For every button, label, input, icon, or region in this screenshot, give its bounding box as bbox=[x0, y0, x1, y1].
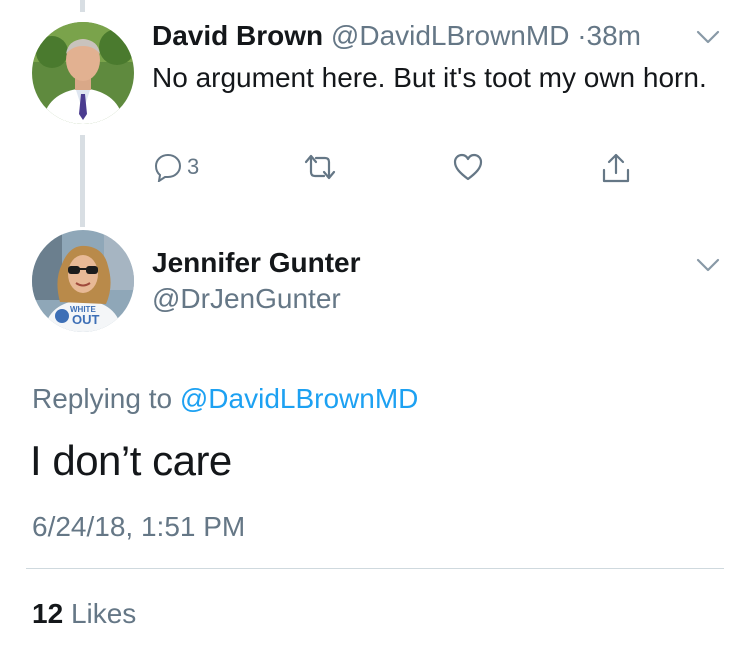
author-name[interactable]: Jennifer Gunter bbox=[152, 246, 360, 280]
avatar-david-brown[interactable] bbox=[32, 22, 134, 124]
likes-stat[interactable]: 12 Likes bbox=[32, 597, 136, 631]
likes-count: 12 bbox=[32, 598, 64, 629]
tweet-text: I don’t care bbox=[30, 437, 232, 484]
author-handle[interactable]: @DrJenGunter bbox=[152, 282, 341, 316]
replying-to: Replying to @DavidLBrownMD bbox=[32, 382, 418, 416]
tweet-text: No argument here. But it's toot my own h… bbox=[152, 62, 707, 93]
thread-line-top bbox=[80, 0, 85, 12]
reply-icon bbox=[153, 152, 183, 182]
meta-separator: · bbox=[577, 20, 587, 51]
avatar-image: WHITE OUT bbox=[32, 230, 134, 332]
thread-line-connector bbox=[80, 135, 85, 227]
reply-button[interactable]: 3 bbox=[153, 152, 199, 182]
author-name[interactable]: David Brown bbox=[152, 20, 323, 51]
chevron-down-icon[interactable] bbox=[696, 258, 720, 277]
author-handle[interactable]: @DavidLBrownMD bbox=[331, 20, 570, 51]
like-button[interactable] bbox=[452, 152, 484, 182]
tweet-header: David Brown @DavidLBrownMD ·38m bbox=[152, 18, 641, 54]
replying-prefix: Replying to bbox=[32, 383, 173, 414]
reply-count: 3 bbox=[187, 154, 200, 179]
like-icon bbox=[452, 152, 484, 182]
share-icon bbox=[600, 152, 632, 184]
likes-label: Likes bbox=[70, 598, 137, 629]
tweet-timestamp: 6/24/18, 1:51 PM bbox=[32, 511, 246, 542]
share-button[interactable] bbox=[600, 152, 632, 184]
retweet-button[interactable] bbox=[302, 152, 338, 182]
divider bbox=[26, 568, 724, 569]
chevron-down-icon[interactable] bbox=[696, 30, 720, 49]
retweet-icon bbox=[302, 152, 338, 182]
svg-text:OUT: OUT bbox=[72, 312, 100, 327]
avatar-jennifer-gunter[interactable]: WHITE OUT bbox=[32, 230, 134, 332]
avatar-image bbox=[32, 22, 134, 124]
tweet-time[interactable]: 38m bbox=[587, 20, 641, 51]
replying-to-link[interactable]: @DavidLBrownMD bbox=[180, 383, 419, 414]
